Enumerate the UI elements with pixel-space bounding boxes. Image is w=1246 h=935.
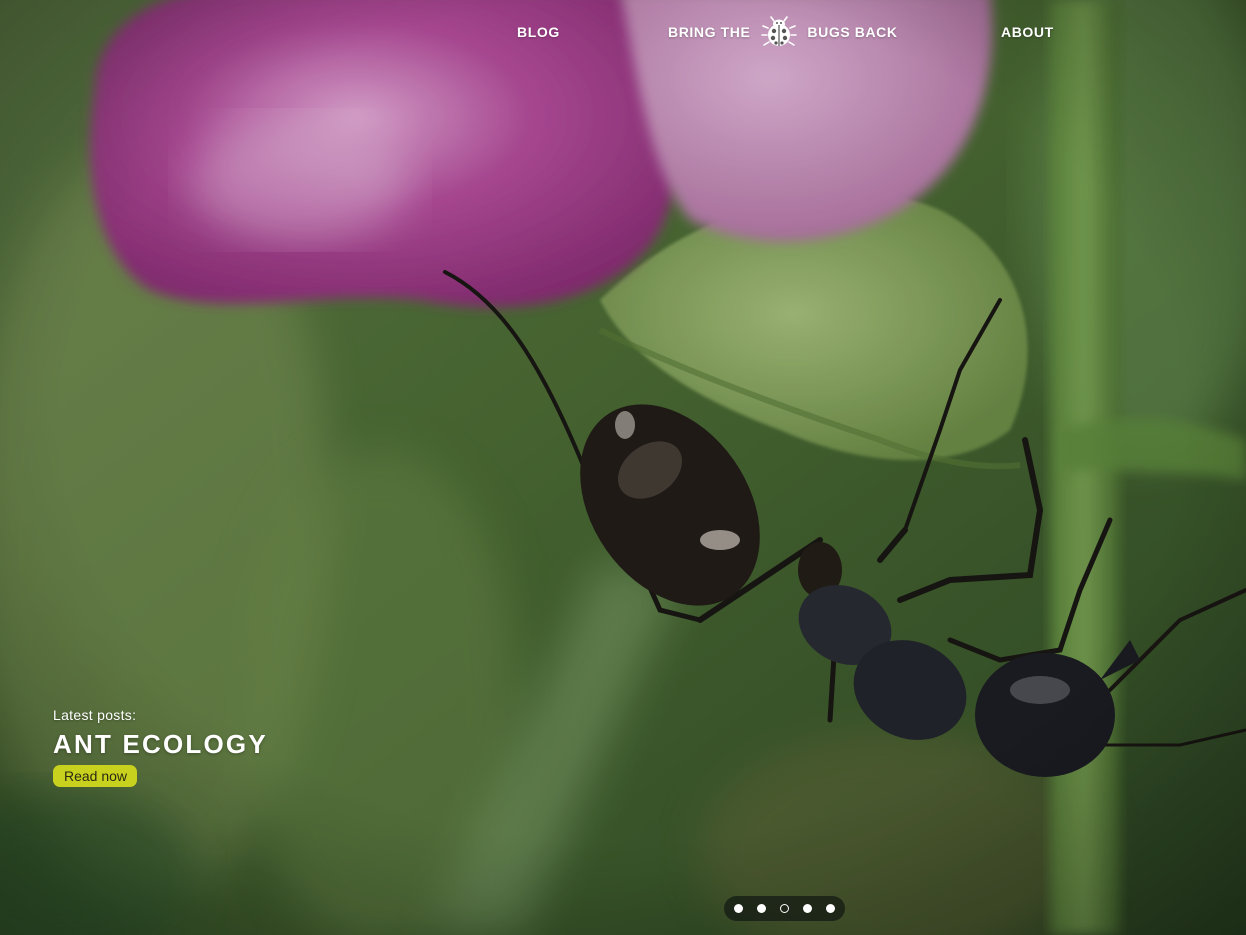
carousel-dot-3-active[interactable] xyxy=(780,904,789,913)
nav-link-about[interactable]: ABOUT xyxy=(1001,24,1054,40)
carousel-dot-2[interactable] xyxy=(757,904,766,913)
hero-slider: BLOG BRING THE BUGS BACK ABOUT Latest po… xyxy=(0,0,1246,935)
latest-posts-label: Latest posts: xyxy=(53,707,137,723)
brand-text-right: BUGS BACK xyxy=(807,24,898,40)
carousel-dot-4[interactable] xyxy=(803,904,812,913)
carousel-dot-1[interactable] xyxy=(734,904,743,913)
hero-image-ant-on-flower xyxy=(0,0,1246,935)
site-brand[interactable]: BRING THE BUGS BACK xyxy=(668,14,898,50)
latest-post-panel: Latest posts: ANT ECOLOGY Read now xyxy=(53,707,373,787)
nav-link-blog[interactable]: BLOG xyxy=(517,24,560,40)
carousel-dot-5[interactable] xyxy=(826,904,835,913)
read-now-button[interactable]: Read now xyxy=(53,765,138,787)
carousel-pagination xyxy=(724,896,845,921)
ladybug-icon xyxy=(761,16,798,46)
brand-text-left: BRING THE xyxy=(668,24,751,40)
post-title[interactable]: ANT ECOLOGY xyxy=(53,729,373,759)
top-navigation: BLOG BRING THE BUGS BACK ABOUT xyxy=(0,0,1246,64)
